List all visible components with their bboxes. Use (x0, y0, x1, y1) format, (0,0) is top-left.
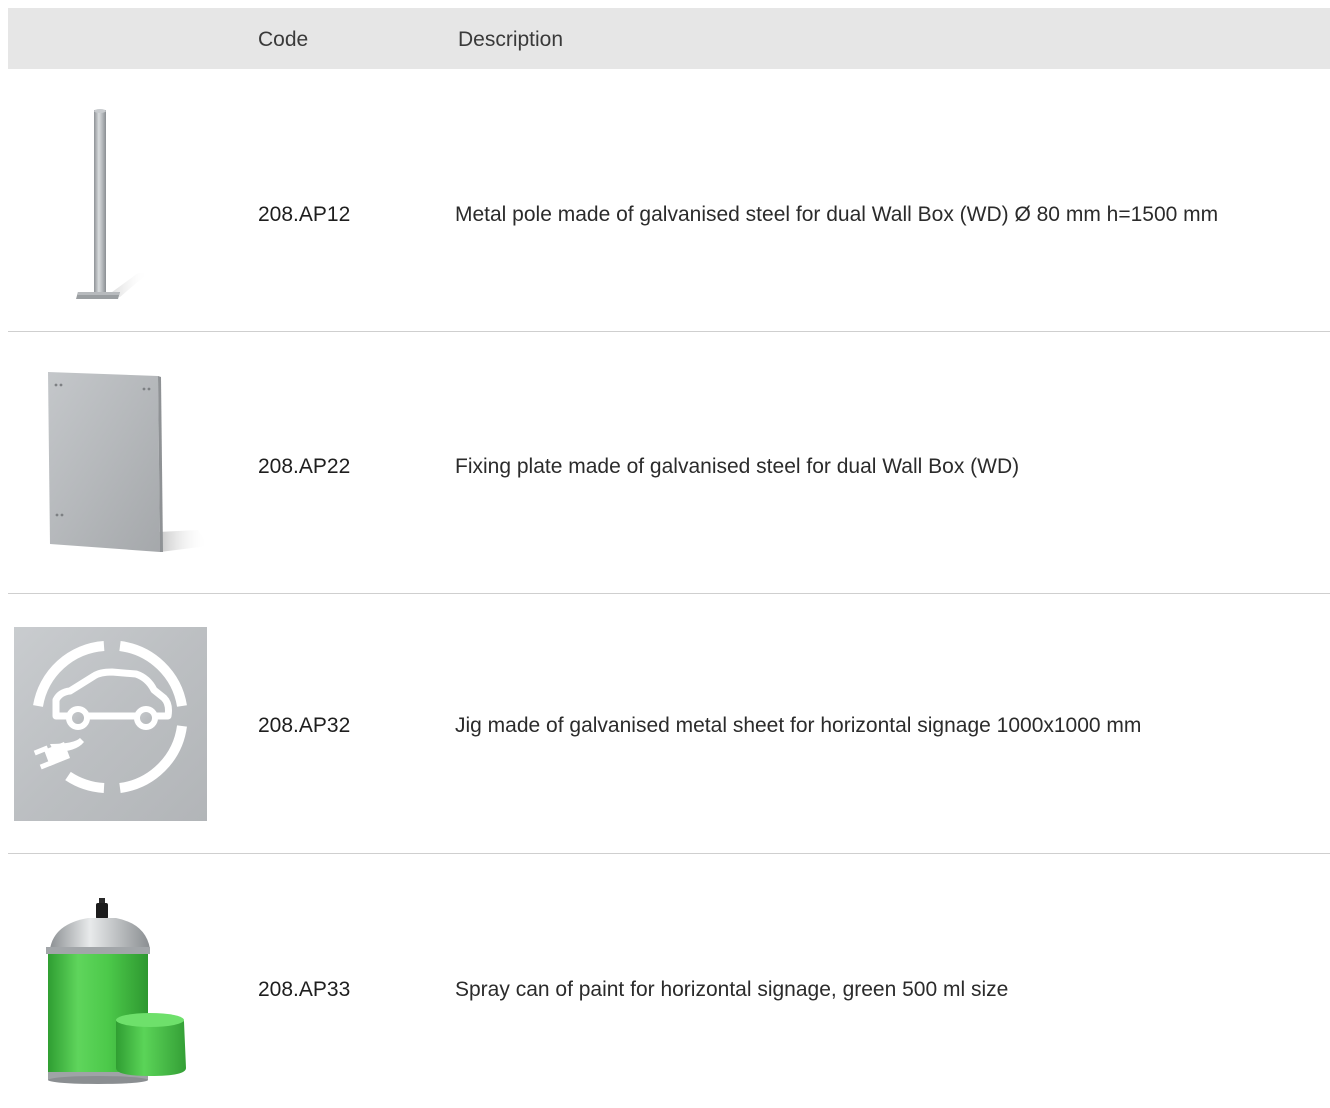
accessories-table: Code Description 208.AP12 Metal pole mad… (8, 8, 1330, 1094)
code-column-header: Code (258, 28, 309, 51)
table-header: Code Description (8, 8, 1330, 69)
product-description: Fixing plate made of galvanised steel fo… (455, 455, 1020, 478)
product-code: 208.AP33 (258, 978, 351, 1001)
signage-jig-image (8, 594, 218, 853)
product-code: 208.AP22 (258, 455, 351, 478)
metal-pole-image (8, 69, 218, 331)
spray-can-image (8, 854, 218, 1094)
product-code: 208.AP32 (258, 714, 351, 737)
product-code: 208.AP12 (258, 203, 351, 226)
table-row: 208.AP32 Jig made of galvanised metal sh… (8, 594, 1330, 854)
product-description: Metal pole made of galvanised steel for … (455, 203, 1219, 226)
table-row: 208.AP22 Fixing plate made of galvanised… (8, 332, 1330, 594)
product-description: Jig made of galvanised metal sheet for h… (455, 714, 1142, 737)
table-row: 208.AP33 Spray can of paint for horizont… (8, 854, 1330, 1094)
description-column-header: Description (458, 28, 564, 51)
product-description: Spray can of paint for horizontal signag… (455, 978, 1009, 1001)
fixing-plate-image (8, 332, 218, 593)
table-row: 208.AP12 Metal pole made of galvanised s… (8, 69, 1330, 332)
